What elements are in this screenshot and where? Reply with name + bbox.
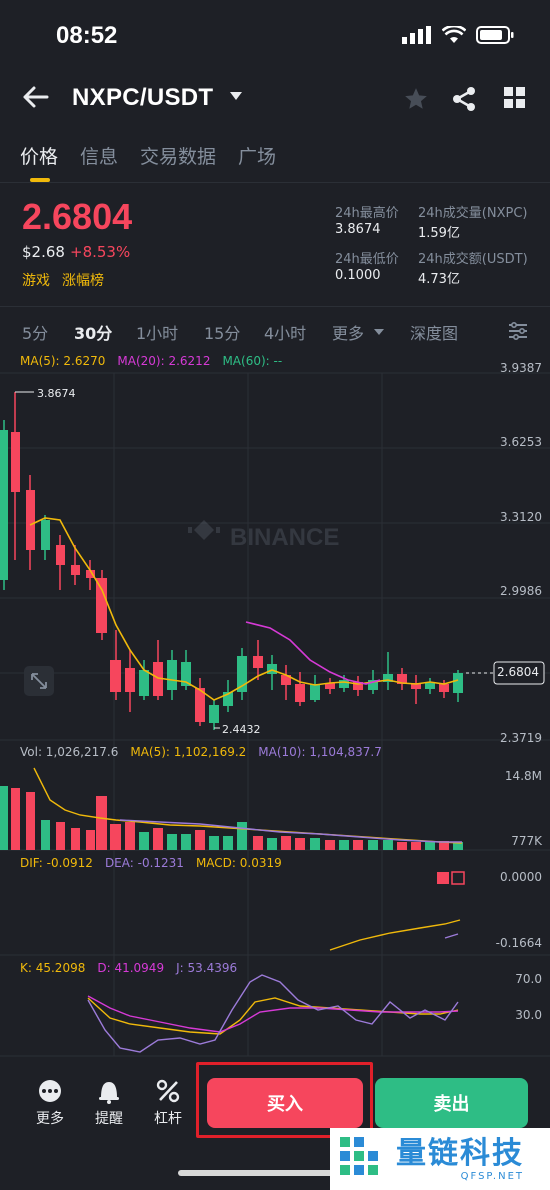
usd-price: $2.68: [22, 243, 65, 261]
chart-grid: [0, 372, 550, 1057]
bell-icon: [99, 1082, 119, 1104]
macd-histogram-bar: [437, 872, 449, 884]
more-button[interactable]: 更多: [25, 1078, 75, 1128]
tab-square[interactable]: 广场: [238, 142, 276, 169]
more-label: 更多: [36, 1111, 64, 1127]
wifi-icon: [442, 26, 466, 43]
candles: [0, 392, 463, 730]
axis-label: -0.1664: [495, 936, 542, 950]
tab-info[interactable]: 信息: [80, 142, 118, 169]
high-label: 24h最高价: [335, 206, 399, 221]
chevron-down-icon: [374, 329, 385, 335]
axis-label: 2.9986: [500, 584, 542, 598]
volume-legend: Vol: 1,026,217.6 MA(5): 1,102,169.2 MA(1…: [20, 745, 382, 759]
vol-label: Vol: 1,026,217.6: [20, 745, 119, 759]
star-icon[interactable]: [403, 86, 429, 112]
low-price-label: 2.4432: [222, 723, 261, 736]
vol-quote-label: 24h成交额(USDT): [418, 252, 528, 267]
axis-label: 2.3719: [500, 731, 542, 745]
low-value: 0.1000: [335, 268, 381, 283]
last-price: 2.6804: [22, 196, 133, 237]
divider: [0, 182, 550, 183]
candlestick-chart[interactable]: BINANCE 3.8674 2.4432: [0, 340, 550, 1060]
more-dots-icon: [39, 1080, 61, 1102]
vol-ma5-label: MA(5): 1,102,169.2: [130, 745, 247, 759]
binance-watermark: BINANCE: [188, 520, 339, 551]
vol-quote-value: 4.73亿: [418, 272, 460, 287]
ma20-line: [245, 621, 381, 685]
vol-ma10-label: MA(10): 1,104,837.7: [258, 745, 382, 759]
macd-value-label: MACD: 0.0319: [195, 856, 282, 870]
grid-menu-icon[interactable]: [504, 87, 526, 109]
back-arrow-icon[interactable]: [22, 84, 50, 110]
watermark-title: 量链科技: [396, 1135, 524, 1171]
watermark-sub: QFSP.NET: [460, 1170, 524, 1182]
volume-bars: [0, 786, 463, 850]
last-price-axis-label: 2.6804: [497, 665, 539, 679]
dea-line: [444, 933, 459, 939]
percent-icon: [156, 1079, 180, 1103]
axis-label: 3.9387: [500, 361, 542, 375]
axis-label: 70.0: [515, 972, 542, 986]
logo-icon: [340, 1137, 378, 1175]
macd-histogram-bar: [451, 871, 465, 885]
dea-label: DEA: -0.1231: [104, 856, 184, 870]
kdj-legend: K: 45.2098 D: 41.0949 J: 53.4396: [20, 961, 237, 975]
pair-title[interactable]: NXPC/USDT: [72, 84, 213, 112]
watermark-text: BINANCE: [230, 524, 339, 551]
tab-price[interactable]: 价格: [20, 142, 58, 169]
share-icon[interactable]: [452, 86, 476, 112]
price-change: +8.53%: [70, 243, 131, 261]
high-value: 3.8674: [335, 222, 381, 237]
axis-label: 14.8M: [504, 769, 542, 783]
vol-base-label: 24h成交量(NXPC): [418, 206, 528, 221]
leverage-label: 杠杆: [154, 1111, 182, 1127]
tag-gaming[interactable]: 游戏: [22, 270, 50, 290]
top-tabs: 价格 信息 交易数据 广场: [20, 142, 276, 169]
status-time: 08:52: [56, 22, 118, 49]
d-line: [87, 995, 459, 1033]
dif-line: [329, 919, 461, 951]
low-label: 24h最低价: [335, 252, 399, 267]
sell-button[interactable]: 卖出: [375, 1078, 528, 1128]
alert-label: 提醒: [95, 1111, 123, 1127]
macd-legend: DIF: -0.0912 DEA: -0.1231 MACD: 0.0319: [20, 856, 282, 870]
tag-gainers[interactable]: 涨幅榜: [62, 270, 104, 290]
alert-button[interactable]: 提醒: [84, 1078, 134, 1128]
vol-base-value: 1.59亿: [418, 226, 460, 241]
site-watermark: 量链科技 QFSP.NET: [330, 1128, 550, 1190]
axis-label: 3.3120: [500, 510, 542, 524]
buy-highlight-box: [196, 1062, 373, 1138]
leverage-button[interactable]: 杠杆: [143, 1078, 193, 1128]
k-line: [87, 997, 459, 1035]
k-label: K: 45.2098: [20, 961, 86, 975]
status-icons: [402, 26, 514, 44]
j-label: J: 53.4396: [176, 961, 238, 975]
dif-label: DIF: -0.0912: [20, 856, 93, 870]
high-price-label: 3.8674: [37, 387, 76, 400]
signal-icon: [402, 26, 431, 44]
d-label: D: 41.0949: [97, 961, 165, 975]
battery-icon: [476, 26, 514, 44]
axis-label: 30.0: [515, 1008, 542, 1022]
chevron-down-icon[interactable]: [230, 92, 242, 100]
axis-label: 777K: [511, 834, 542, 848]
chart-settings-icon[interactable]: [508, 322, 528, 340]
axis-label: 0.0000: [500, 870, 542, 884]
tab-trading-data[interactable]: 交易数据: [140, 142, 216, 169]
divider: [0, 306, 550, 307]
sell-label: 卖出: [433, 1094, 470, 1115]
axis-label: 3.6253: [500, 435, 542, 449]
